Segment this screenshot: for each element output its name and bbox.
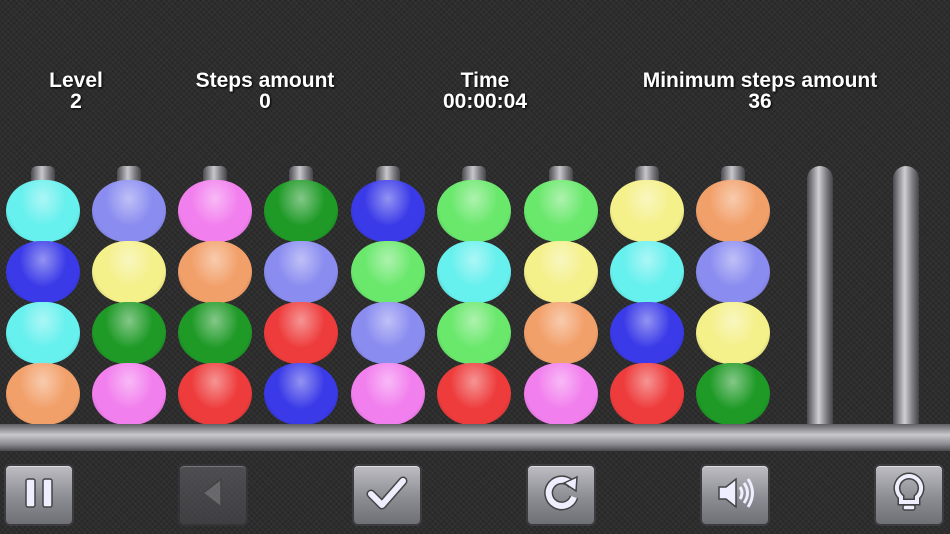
tube-5[interactable]	[345, 157, 431, 429]
ball-cyan[interactable]	[6, 180, 80, 242]
ball-red[interactable]	[178, 363, 252, 425]
empty-tube-rod	[807, 166, 833, 428]
empty-tube-rod	[893, 166, 919, 428]
ball-orange[interactable]	[6, 363, 80, 425]
ball-orange[interactable]	[696, 180, 770, 242]
ball-darkgreen[interactable]	[178, 302, 252, 364]
steps-label: Steps amount	[195, 69, 335, 92]
level-value: 2	[70, 90, 82, 113]
ball-orange[interactable]	[178, 241, 252, 303]
ball-pink[interactable]	[92, 363, 166, 425]
tube-10[interactable]	[777, 157, 863, 429]
ball-yellow[interactable]	[92, 241, 166, 303]
tube-8[interactable]	[604, 157, 690, 429]
ball-red[interactable]	[437, 363, 511, 425]
ball-darkgreen[interactable]	[696, 363, 770, 425]
refresh-icon	[539, 471, 583, 520]
ball-periwinkle[interactable]	[351, 302, 425, 364]
ball-pink[interactable]	[351, 363, 425, 425]
ball-cyan[interactable]	[610, 241, 684, 303]
sound-button[interactable]	[700, 464, 770, 526]
ball-lightgreen[interactable]	[351, 241, 425, 303]
checkmark-icon	[365, 471, 409, 520]
ball-lightgreen[interactable]	[437, 302, 511, 364]
ball-periwinkle[interactable]	[696, 241, 770, 303]
speaker-icon	[713, 471, 757, 520]
steps-value: 0	[259, 90, 271, 113]
tube-11[interactable]	[863, 157, 949, 429]
tube-9[interactable]	[690, 157, 776, 429]
tube-3[interactable]	[172, 157, 258, 429]
level-stat: Level 2	[16, 70, 136, 112]
tube-2[interactable]	[86, 157, 172, 429]
ball-orange[interactable]	[524, 302, 598, 364]
steps-stat: Steps amount 0	[165, 70, 365, 112]
pause-button[interactable]	[4, 464, 74, 526]
ball-yellow[interactable]	[610, 180, 684, 242]
ball-pink[interactable]	[178, 180, 252, 242]
ball-periwinkle[interactable]	[264, 241, 338, 303]
ball-blue[interactable]	[610, 302, 684, 364]
ball-darkgreen[interactable]	[92, 302, 166, 364]
ball-red[interactable]	[264, 302, 338, 364]
time-value: 00:00:04	[442, 90, 528, 113]
lightbulb-icon	[887, 471, 931, 520]
ball-yellow[interactable]	[696, 302, 770, 364]
ball-blue[interactable]	[6, 241, 80, 303]
tube-4[interactable]	[258, 157, 344, 429]
restart-button[interactable]	[526, 464, 596, 526]
time-label: Time	[460, 69, 510, 92]
undo-button[interactable]	[178, 464, 248, 526]
ball-red[interactable]	[610, 363, 684, 425]
shelf-bar	[0, 424, 950, 451]
hint-button[interactable]	[874, 464, 944, 526]
ball-blue[interactable]	[351, 180, 425, 242]
tube-6[interactable]	[431, 157, 517, 429]
ball-periwinkle[interactable]	[92, 180, 166, 242]
ball-blue[interactable]	[264, 363, 338, 425]
min-steps-label: Minimum steps amount	[642, 69, 878, 92]
level-label: Level	[49, 69, 103, 92]
ball-cyan[interactable]	[6, 302, 80, 364]
ball-lightgreen[interactable]	[524, 180, 598, 242]
ball-pink[interactable]	[524, 363, 598, 425]
ball-lightgreen[interactable]	[437, 180, 511, 242]
back-arrow-icon	[191, 471, 235, 520]
min-steps-value: 36	[748, 90, 772, 113]
tube-7[interactable]	[518, 157, 604, 429]
ball-darkgreen[interactable]	[264, 180, 338, 242]
min-steps-stat: Minimum steps amount 36	[610, 70, 910, 112]
time-stat: Time 00:00:04	[410, 70, 560, 112]
pause-icon	[17, 471, 61, 520]
check-button[interactable]	[352, 464, 422, 526]
ball-cyan[interactable]	[437, 241, 511, 303]
ball-yellow[interactable]	[524, 241, 598, 303]
tube-1[interactable]	[0, 157, 86, 429]
